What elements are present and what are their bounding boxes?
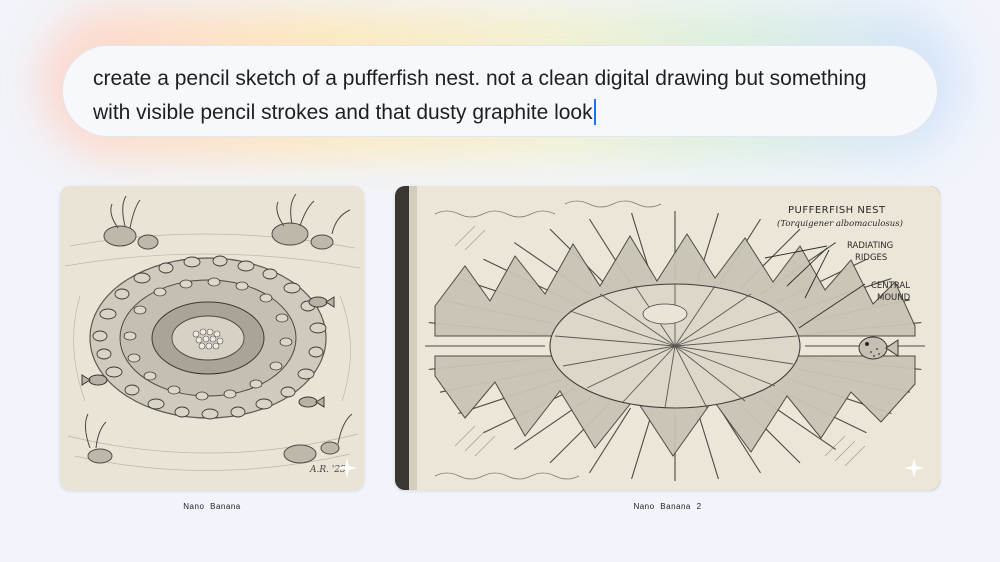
- annotation-ridges-2: RIDGES: [855, 253, 887, 263]
- nano-banana-image[interactable]: A.R. '23: [60, 186, 364, 490]
- annotation-title: PUFFERFISH NEST: [788, 205, 886, 216]
- annotation-species: (Torquigener albomaculosus): [777, 218, 903, 229]
- nano-banana-2-image[interactable]: PUFFERFISH NEST (Torquigener albomaculos…: [395, 186, 940, 490]
- prompt-line-1: create a pencil sketch of a pufferfish n…: [93, 67, 867, 90]
- text-cursor: [593, 99, 596, 125]
- prompt-line-2-text: with visible pencil strokes and that dus…: [93, 101, 593, 124]
- annotation-mound-1: CENTRAL: [871, 281, 910, 291]
- pencil-sketch-nest-left: A.R. '23: [60, 186, 364, 490]
- pencil-sketch-nest-right: PUFFERFISH NEST (Torquigener albomaculos…: [395, 186, 940, 490]
- prompt-input[interactable]: create a pencil sketch of a pufferfish n…: [62, 45, 938, 137]
- annotation-mound-2: MOUND: [877, 293, 911, 303]
- caption-nano-banana-2: Nano Banana 2: [633, 502, 702, 511]
- prompt-line-2: with visible pencil strokes and that dus…: [93, 96, 907, 130]
- artist-signature: A.R. '23: [309, 465, 346, 475]
- caption-nano-banana: Nano Banana: [183, 502, 241, 511]
- annotation-ridges-1: RADIATING: [847, 241, 893, 251]
